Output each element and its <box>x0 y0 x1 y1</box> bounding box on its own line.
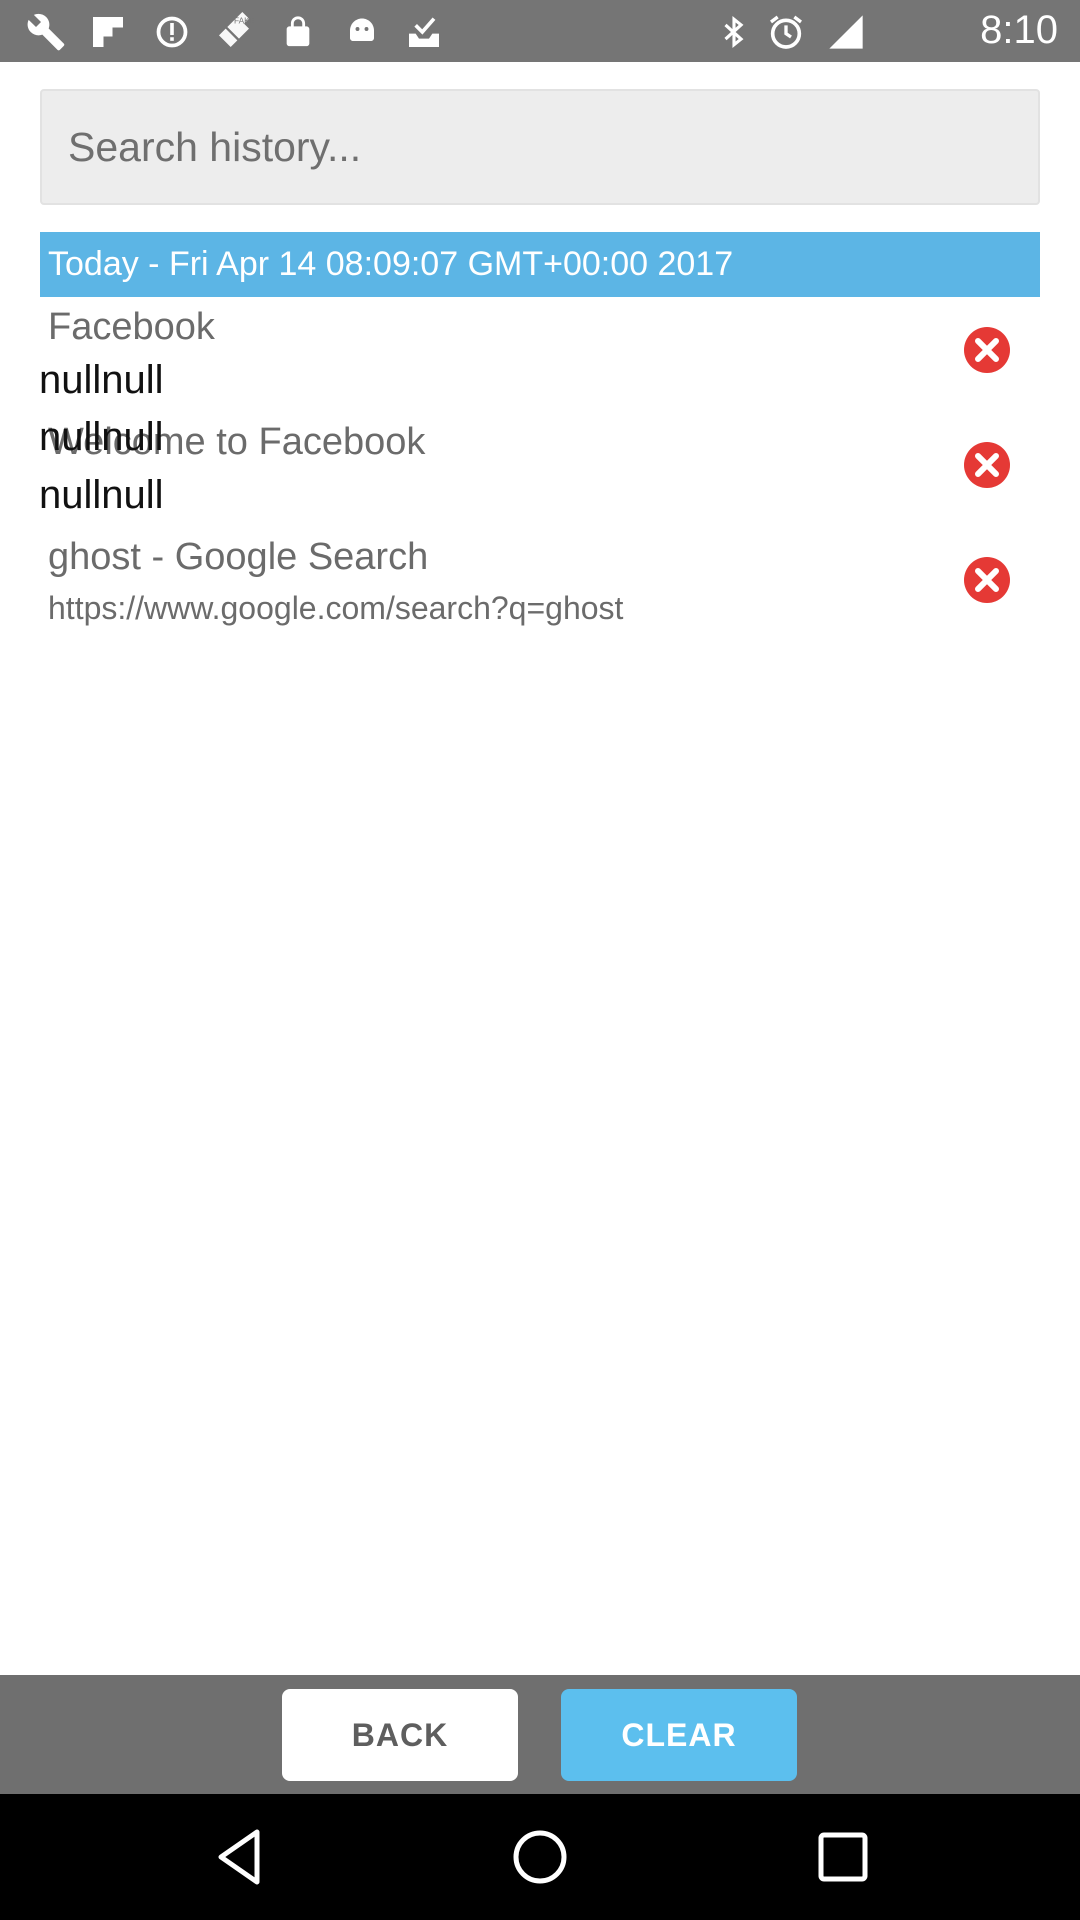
wrench-icon <box>26 12 66 52</box>
flipboard-icon <box>88 12 128 52</box>
lock-icon <box>278 12 318 52</box>
history-item-title: ghost - Google Search <box>48 536 429 578</box>
history-item-url: https://www.google.com/search?q=ghost <box>48 590 624 626</box>
delete-item-icon[interactable] <box>962 555 1012 605</box>
delete-item-icon[interactable] <box>962 325 1012 375</box>
history-item-url: nullnull <box>39 473 164 517</box>
back-button[interactable]: BACK <box>282 1689 518 1781</box>
clear-button[interactable]: CLEAR <box>561 1689 797 1781</box>
history-item[interactable]: ghost - Google Search https://www.google… <box>0 530 1080 642</box>
history-item-overlap-text: nullnull <box>39 415 164 459</box>
delete-item-icon[interactable] <box>962 440 1012 490</box>
system-nav-bar <box>0 1794 1080 1920</box>
data-saver-icon <box>152 12 192 52</box>
bottom-action-bar: BACK CLEAR <box>0 1675 1080 1794</box>
home-circle-icon[interactable] <box>507 1824 573 1890</box>
android-icon <box>342 12 382 52</box>
history-item-url: nullnull <box>39 358 164 402</box>
status-bar: FAKE 8:10 <box>0 0 1080 62</box>
svg-text:FAKE: FAKE <box>234 16 254 26</box>
history-item[interactable]: Welcome to Facebook nullnull nullnull <box>0 415 1080 527</box>
fake-gps-icon: FAKE <box>214 12 254 52</box>
back-triangle-icon[interactable] <box>207 1824 273 1890</box>
bluetooth-icon <box>714 12 754 52</box>
search-history-input[interactable] <box>40 89 1040 205</box>
history-item[interactable]: Facebook nullnull <box>0 300 1080 412</box>
history-date-header: Today - Fri Apr 14 08:09:07 GMT+00:00 20… <box>40 232 1040 297</box>
alarm-icon <box>766 12 806 52</box>
status-time: 8:10 <box>980 8 1058 52</box>
signal-icon <box>826 12 866 52</box>
recents-square-icon[interactable] <box>810 1824 876 1890</box>
download-done-icon <box>404 12 444 52</box>
history-item-title: Facebook <box>48 306 215 348</box>
